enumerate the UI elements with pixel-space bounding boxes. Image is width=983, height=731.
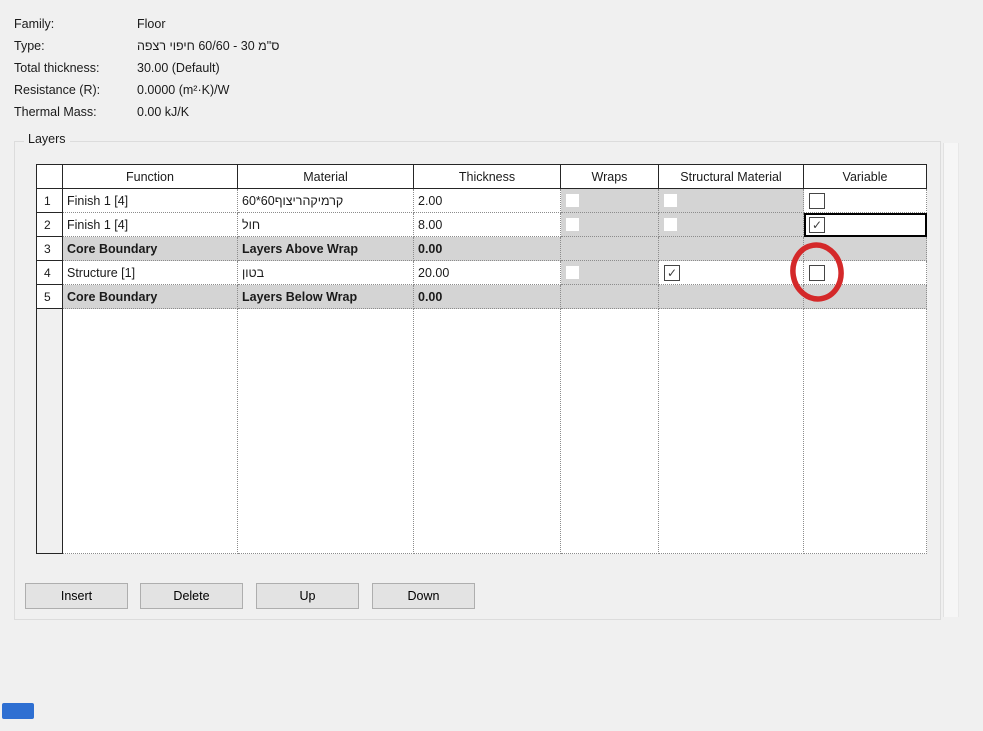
checked-checkbox[interactable]	[664, 264, 680, 281]
row5-thickness-cell[interactable]: 0.00	[414, 285, 561, 309]
thickness-column-filler	[414, 309, 561, 554]
row4-structural-checkbox-cell[interactable]	[659, 261, 804, 285]
blue-rect-artifact	[2, 703, 34, 719]
row5-structural-cell	[659, 285, 804, 309]
disabled-checkbox	[566, 266, 579, 279]
row3-variable-cell	[804, 237, 927, 261]
total-thickness-label: Total thickness:	[14, 61, 100, 75]
header-wraps: Wraps	[561, 165, 659, 189]
thermal-mass-label: Thermal Mass:	[14, 105, 97, 119]
row2-wraps-checkbox-cell[interactable]	[561, 213, 659, 237]
row1-thickness-cell[interactable]: 2.00	[414, 189, 561, 213]
row3-material-cell[interactable]: Layers Above Wrap	[238, 237, 414, 261]
checked-checkbox[interactable]	[809, 216, 825, 233]
row2-variable-checkbox-cell[interactable]	[804, 213, 927, 237]
row3-structural-cell	[659, 237, 804, 261]
info-family: Family: Floor	[14, 15, 165, 33]
row5-wraps-cell	[561, 285, 659, 309]
row4-material-cell[interactable]: בטון	[238, 261, 414, 285]
header-thickness: Thickness	[414, 165, 561, 189]
info-total-thickness: Total thickness: 30.00 (Default)	[14, 59, 220, 77]
header-variable: Variable	[804, 165, 927, 189]
table-scrollbar-gutter	[943, 143, 959, 617]
row1-number[interactable]: 1	[37, 189, 63, 213]
info-type: Type: רצפה חיפוי 60/60 - 30 ס"מ	[14, 37, 279, 55]
unchecked-checkbox[interactable]	[809, 264, 825, 281]
unchecked-checkbox[interactable]	[809, 192, 825, 209]
disabled-checkbox	[664, 218, 677, 231]
total-thickness-value: 30.00 (Default)	[137, 61, 220, 75]
disabled-checkbox	[566, 218, 579, 231]
header-material: Material	[238, 165, 414, 189]
row1-material-cell[interactable]: 60*60 ריצוף קרמיקה	[238, 189, 414, 213]
info-resistance: Resistance (R): 0.0000 (m²·K)/W	[14, 81, 229, 99]
layers-table: Function Material Thickness Wraps Struct…	[36, 164, 927, 554]
row1-function-cell[interactable]: Finish 1 [4]	[63, 189, 238, 213]
structural-column-filler	[659, 309, 804, 554]
delete-button[interactable]: Delete	[140, 583, 243, 609]
row4-number[interactable]: 4	[37, 261, 63, 285]
material-column-filler	[238, 309, 414, 554]
row3-wraps-cell	[561, 237, 659, 261]
info-thermal-mass: Thermal Mass: 0.00 kJ/K	[14, 103, 189, 121]
row1-variable-checkbox-cell[interactable]	[804, 189, 927, 213]
row4-function-cell[interactable]: Structure [1]	[63, 261, 238, 285]
wraps-column-filler	[561, 309, 659, 554]
row2-number[interactable]: 2	[37, 213, 63, 237]
type-value: רצפה חיפוי 60/60 - 30 ס"מ	[137, 39, 280, 53]
row2-material-cell[interactable]: חול	[238, 213, 414, 237]
down-button[interactable]: Down	[372, 583, 475, 609]
row1-structural-checkbox-cell[interactable]	[659, 189, 804, 213]
row2-thickness-cell[interactable]: 8.00	[414, 213, 561, 237]
header-function: Function	[63, 165, 238, 189]
type-label: Type:	[14, 39, 45, 53]
disabled-checkbox	[566, 194, 579, 207]
row3-function-cell[interactable]: Core Boundary	[63, 237, 238, 261]
row5-number[interactable]: 5	[37, 285, 63, 309]
row4-wraps-checkbox-cell[interactable]	[561, 261, 659, 285]
up-button[interactable]: Up	[256, 583, 359, 609]
header-row-number	[37, 165, 63, 189]
row5-variable-cell	[804, 285, 927, 309]
row3-number[interactable]: 3	[37, 237, 63, 261]
function-column-filler	[63, 309, 238, 554]
resistance-label: Resistance (R):	[14, 83, 101, 97]
row1-wraps-checkbox-cell[interactable]	[561, 189, 659, 213]
header-structural-material: Structural Material	[659, 165, 804, 189]
disabled-checkbox	[664, 194, 677, 207]
family-value: Floor	[137, 17, 166, 31]
row2-structural-checkbox-cell[interactable]	[659, 213, 804, 237]
row3-thickness-cell[interactable]: 0.00	[414, 237, 561, 261]
resistance-value: 0.0000 (m²·K)/W	[137, 83, 230, 97]
row4-thickness-cell[interactable]: 20.00	[414, 261, 561, 285]
layers-groupbox-label: Layers	[24, 132, 70, 146]
thermal-mass-value: 0.00 kJ/K	[137, 105, 190, 119]
variable-column-filler	[804, 309, 927, 554]
insert-button[interactable]: Insert	[25, 583, 128, 609]
row2-function-cell[interactable]: Finish 1 [4]	[63, 213, 238, 237]
row4-variable-checkbox-cell[interactable]	[804, 261, 927, 285]
family-label: Family:	[14, 17, 55, 31]
row5-material-cell[interactable]: Layers Below Wrap	[238, 285, 414, 309]
row5-function-cell[interactable]: Core Boundary	[63, 285, 238, 309]
row-number-filler	[37, 309, 63, 554]
